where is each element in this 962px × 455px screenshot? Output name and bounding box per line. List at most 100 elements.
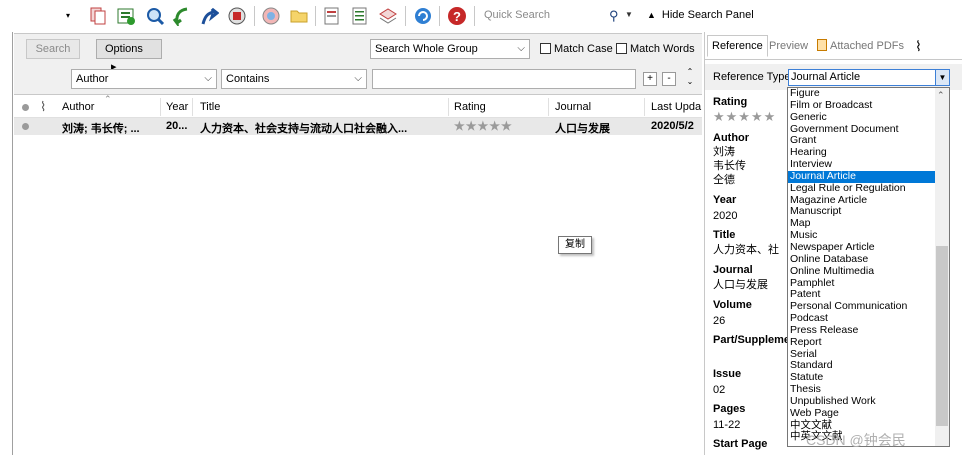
cell-year: 20... [166, 120, 188, 132]
dropdown-option[interactable]: Web Page [788, 407, 935, 420]
field-value-pages[interactable]: 11-22 [713, 419, 740, 432]
attachment-icon[interactable]: ⌇ [915, 38, 922, 55]
format-icon[interactable] [350, 6, 370, 26]
reference-type-select[interactable]: Journal Article ▼ [788, 69, 950, 86]
online-search-icon[interactable] [171, 6, 191, 29]
search-field-select[interactable]: Author ⌵ [71, 69, 217, 89]
dropdown-option[interactable]: Report [788, 336, 935, 349]
new-reference-icon[interactable] [116, 6, 136, 26]
column-header-journal[interactable]: Journal [555, 101, 591, 113]
watermark: CSDN @钟会民 [806, 432, 906, 448]
chevron-up-icon[interactable]: ⌃ [937, 90, 945, 101]
field-value-author-1[interactable]: 刘涛 [713, 146, 735, 159]
search-panel: Search Options ▸ Search Whole Group ⌵ Ma… [14, 33, 702, 95]
checkbox-icon [540, 43, 551, 54]
field-label-author: Author [713, 132, 750, 144]
match-words-checkbox[interactable]: Match Words [616, 42, 695, 56]
match-case-checkbox[interactable]: Match Case [540, 42, 613, 56]
sort-ascending-icon: ⌃ [104, 94, 112, 104]
chevron-up-icon: ▲ [647, 10, 656, 20]
remove-condition-button[interactable]: - [662, 72, 676, 86]
column-header-last-updated[interactable]: Last Upda [651, 101, 701, 113]
rating-stars[interactable]: ★★★★★ [713, 110, 776, 123]
field-value-volume[interactable]: 26 [713, 315, 725, 328]
field-value-year[interactable]: 2020 [713, 210, 737, 223]
hide-search-panel-button[interactable]: ▲ Hide Search Panel [647, 9, 754, 21]
dropdown-option[interactable]: Generic [788, 111, 935, 124]
quick-search-icon[interactable]: ⚲ [609, 8, 619, 24]
chevron-down-icon: ⌄ [686, 77, 694, 86]
table-row[interactable]: 刘涛; 韦长传; ... 20... 人力资本、社会支持与流动人口社会融入...… [14, 118, 702, 135]
reference-type-dropdown[interactable]: Figure Film or Broadcast Generic Government… [787, 87, 950, 447]
folder-icon[interactable] [289, 6, 309, 26]
toolbar-dropdown-arrow-icon[interactable]: ▾ [66, 11, 70, 20]
search-term-input[interactable] [372, 69, 636, 89]
chevron-down-icon: ⌵ [354, 73, 362, 84]
find-fulltext-icon[interactable] [145, 6, 165, 26]
search-condition-select[interactable]: Contains ⌵ [221, 69, 367, 89]
field-label-year: Year [713, 194, 737, 206]
add-condition-button[interactable]: + [643, 72, 657, 86]
copy-tooltip: 复制 [558, 236, 592, 254]
panel-tabs: Reference Preview Attached PDFs ⌇ [705, 32, 962, 60]
cell-author: 刘涛; 韦长传; ... [62, 123, 140, 135]
dropdown-option[interactable]: Manuscript [788, 206, 935, 218]
chevron-down-icon: ⌵ [517, 43, 525, 54]
dropdown-option[interactable]: Film or Broadcast [788, 99, 935, 112]
search-button[interactable]: Search [26, 39, 80, 59]
reference-type-label: Reference Type: [713, 71, 794, 83]
search-scope-select[interactable]: Search Whole Group ⌵ [370, 39, 530, 59]
field-value-author-3[interactable]: 仝德 [713, 174, 735, 187]
field-label-journal: Journal [713, 264, 753, 276]
dropdown-option[interactable]: Press Release [788, 324, 935, 337]
field-value-issue[interactable]: 02 [713, 384, 725, 397]
dropdown-option[interactable]: Unpublished Work [788, 395, 935, 408]
dropdown-scrollbar[interactable]: ⌃ [935, 88, 949, 446]
dropdown-option[interactable]: Journal Article [788, 170, 935, 183]
field-label-pages: Pages [713, 403, 746, 415]
quick-search-input[interactable]: Quick Search [484, 9, 550, 21]
svg-text:?: ? [453, 9, 461, 24]
cell-last-updated: 2020/5/2 [651, 120, 694, 132]
open-link-icon[interactable] [227, 6, 247, 26]
reference-list: ⌇ ⌃ Author Year Title Rating Journal Las… [14, 94, 702, 455]
column-header-rating[interactable]: Rating [454, 101, 486, 113]
checkbox-icon [616, 43, 627, 54]
column-header-title[interactable]: Title [200, 101, 220, 113]
options-button[interactable]: Options ▸ [96, 39, 162, 73]
list-header: ⌇ ⌃ Author Year Title Rating Journal Las… [14, 94, 702, 118]
field-value-journal[interactable]: 人口与发展 [713, 279, 768, 292]
rating-stars[interactable]: ★★★★★ [454, 119, 513, 133]
column-header-year[interactable]: Year [166, 101, 188, 113]
chevron-down-icon: ⌵ [204, 73, 212, 84]
read-status-icon [22, 123, 29, 130]
insert-citation-icon[interactable] [378, 6, 398, 26]
word-icon[interactable] [261, 6, 281, 26]
dropdown-option[interactable]: Online Database [788, 253, 935, 266]
field-label-rating: Rating [713, 96, 748, 108]
help-icon[interactable]: ? [447, 6, 467, 26]
field-label-volume: Volume [713, 299, 752, 311]
copy-icon[interactable] [88, 6, 108, 26]
read-status-icon[interactable] [22, 104, 29, 111]
chevron-down-icon[interactable]: ▼ [935, 70, 949, 85]
pdf-icon [817, 39, 827, 51]
column-header-author[interactable]: Author [62, 101, 94, 113]
sync-icon[interactable] [413, 6, 433, 26]
tab-preview[interactable]: Preview [765, 38, 812, 60]
scroll-conditions-control[interactable]: ⌃ ⌄ [684, 67, 696, 87]
field-label-start-page: Start Page [713, 438, 768, 450]
share-icon[interactable] [199, 6, 220, 26]
field-value-author-2[interactable]: 韦长传 [713, 160, 746, 173]
tab-reference[interactable]: Reference [707, 35, 768, 57]
cell-title: 人力资本、社会支持与流动人口社会融入... [200, 123, 408, 135]
attachment-icon[interactable]: ⌇ [40, 99, 46, 115]
quick-search-dropdown-icon[interactable]: ▼ [625, 10, 633, 19]
scrollbar-thumb[interactable] [936, 246, 948, 426]
edit-icon[interactable] [322, 6, 342, 26]
tab-attached-pdfs[interactable]: Attached PDFs [813, 38, 908, 60]
dropdown-options: Figure Film or Broadcast Generic Government… [788, 88, 935, 443]
dropdown-option[interactable]: Legal Rule or Regulation [788, 182, 935, 195]
dropdown-option[interactable]: Online Multimedia [788, 265, 935, 278]
field-value-title[interactable]: 人力资本、社 [713, 244, 779, 257]
